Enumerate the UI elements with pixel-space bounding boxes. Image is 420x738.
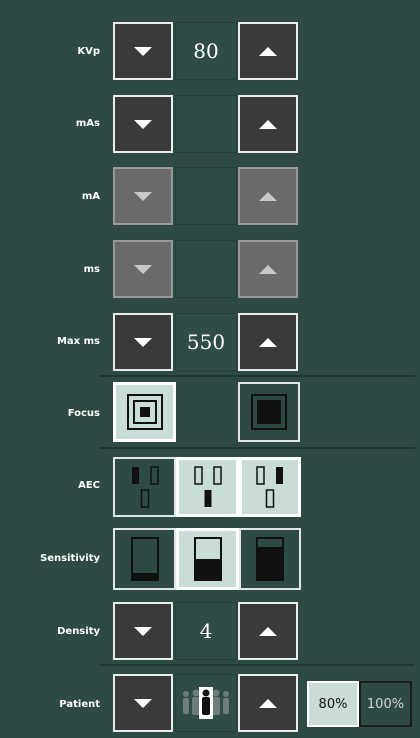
density-increase-button[interactable] <box>238 602 298 660</box>
sensitivity-high-button[interactable] <box>239 528 301 590</box>
ms-decrease-button[interactable] <box>113 240 173 298</box>
density-label: Density <box>57 626 100 637</box>
focus-large-button[interactable] <box>238 382 300 442</box>
arrow-down-icon <box>134 626 152 636</box>
percent-80-button[interactable]: 80% <box>307 681 359 727</box>
arrow-down-icon <box>134 337 152 347</box>
arrow-down-icon <box>134 191 152 201</box>
percent-100-button[interactable]: 100% <box>359 681 412 727</box>
small-focus-icon <box>126 394 163 430</box>
kvp-label: KVp <box>77 46 100 57</box>
aec-right-chamber-icon <box>256 466 283 508</box>
arrow-down-icon <box>134 698 152 708</box>
focus-label: Focus <box>67 408 100 419</box>
ma-increase-button[interactable] <box>238 167 298 225</box>
ms-increase-button[interactable] <box>238 240 298 298</box>
focus-small-button[interactable] <box>113 382 176 442</box>
mas-label: mAs <box>75 118 100 129</box>
mas-increase-button[interactable] <box>238 95 298 153</box>
large-focus-icon <box>251 394 287 430</box>
kvp-value: 80 <box>175 22 237 80</box>
patient-increase-button[interactable] <box>238 674 298 732</box>
divider <box>100 664 415 666</box>
patient-size-icon <box>183 687 229 719</box>
divider <box>100 375 415 377</box>
sensitivity-medium-icon <box>193 537 222 581</box>
arrow-down-icon <box>134 264 152 274</box>
kvp-decrease-button[interactable] <box>113 22 173 80</box>
aec-label: AEC <box>78 480 100 491</box>
arrow-down-icon <box>134 46 152 56</box>
patient-decrease-button[interactable] <box>113 674 173 732</box>
sensitivity-low-button[interactable] <box>113 528 176 590</box>
density-value: 4 <box>175 602 237 660</box>
arrow-up-icon <box>259 337 277 347</box>
kvp-increase-button[interactable] <box>238 22 298 80</box>
max-ms-decrease-button[interactable] <box>113 313 173 371</box>
arrow-up-icon <box>259 264 277 274</box>
arrow-down-icon <box>134 119 152 129</box>
arrow-up-icon <box>259 46 277 56</box>
ms-label: ms <box>83 264 100 275</box>
sensitivity-medium-button[interactable] <box>176 528 239 590</box>
arrow-up-icon <box>259 626 277 636</box>
aec-left-chambers-button[interactable] <box>113 457 176 517</box>
ma-value <box>175 167 237 225</box>
aec-left-chambers-icon <box>131 466 159 508</box>
max-ms-increase-button[interactable] <box>238 313 298 371</box>
exposure-parameter-panel: KVp 80 mAs mA ms Max ms 550 Focus AEC Se… <box>0 0 420 738</box>
arrow-up-icon <box>259 119 277 129</box>
aec-center-chamber-icon <box>193 466 222 507</box>
ma-decrease-button[interactable] <box>113 167 173 225</box>
patient-size-display <box>175 674 237 732</box>
ma-label: mA <box>81 191 100 202</box>
mas-value <box>175 95 237 153</box>
aec-right-chamber-button[interactable] <box>239 457 301 517</box>
arrow-up-icon <box>259 698 277 708</box>
density-decrease-button[interactable] <box>113 602 173 660</box>
arrow-up-icon <box>259 191 277 201</box>
sensitivity-low-icon <box>130 537 159 581</box>
sensitivity-high-icon <box>256 537 284 581</box>
mas-decrease-button[interactable] <box>113 95 173 153</box>
aec-center-chamber-button[interactable] <box>176 457 239 517</box>
max-ms-label: Max ms <box>56 336 100 347</box>
max-ms-value: 550 <box>175 313 237 371</box>
patient-label: Patient <box>59 699 100 710</box>
sensitivity-label: Sensitivity <box>40 553 100 564</box>
ms-value <box>175 240 237 298</box>
divider <box>100 447 415 449</box>
